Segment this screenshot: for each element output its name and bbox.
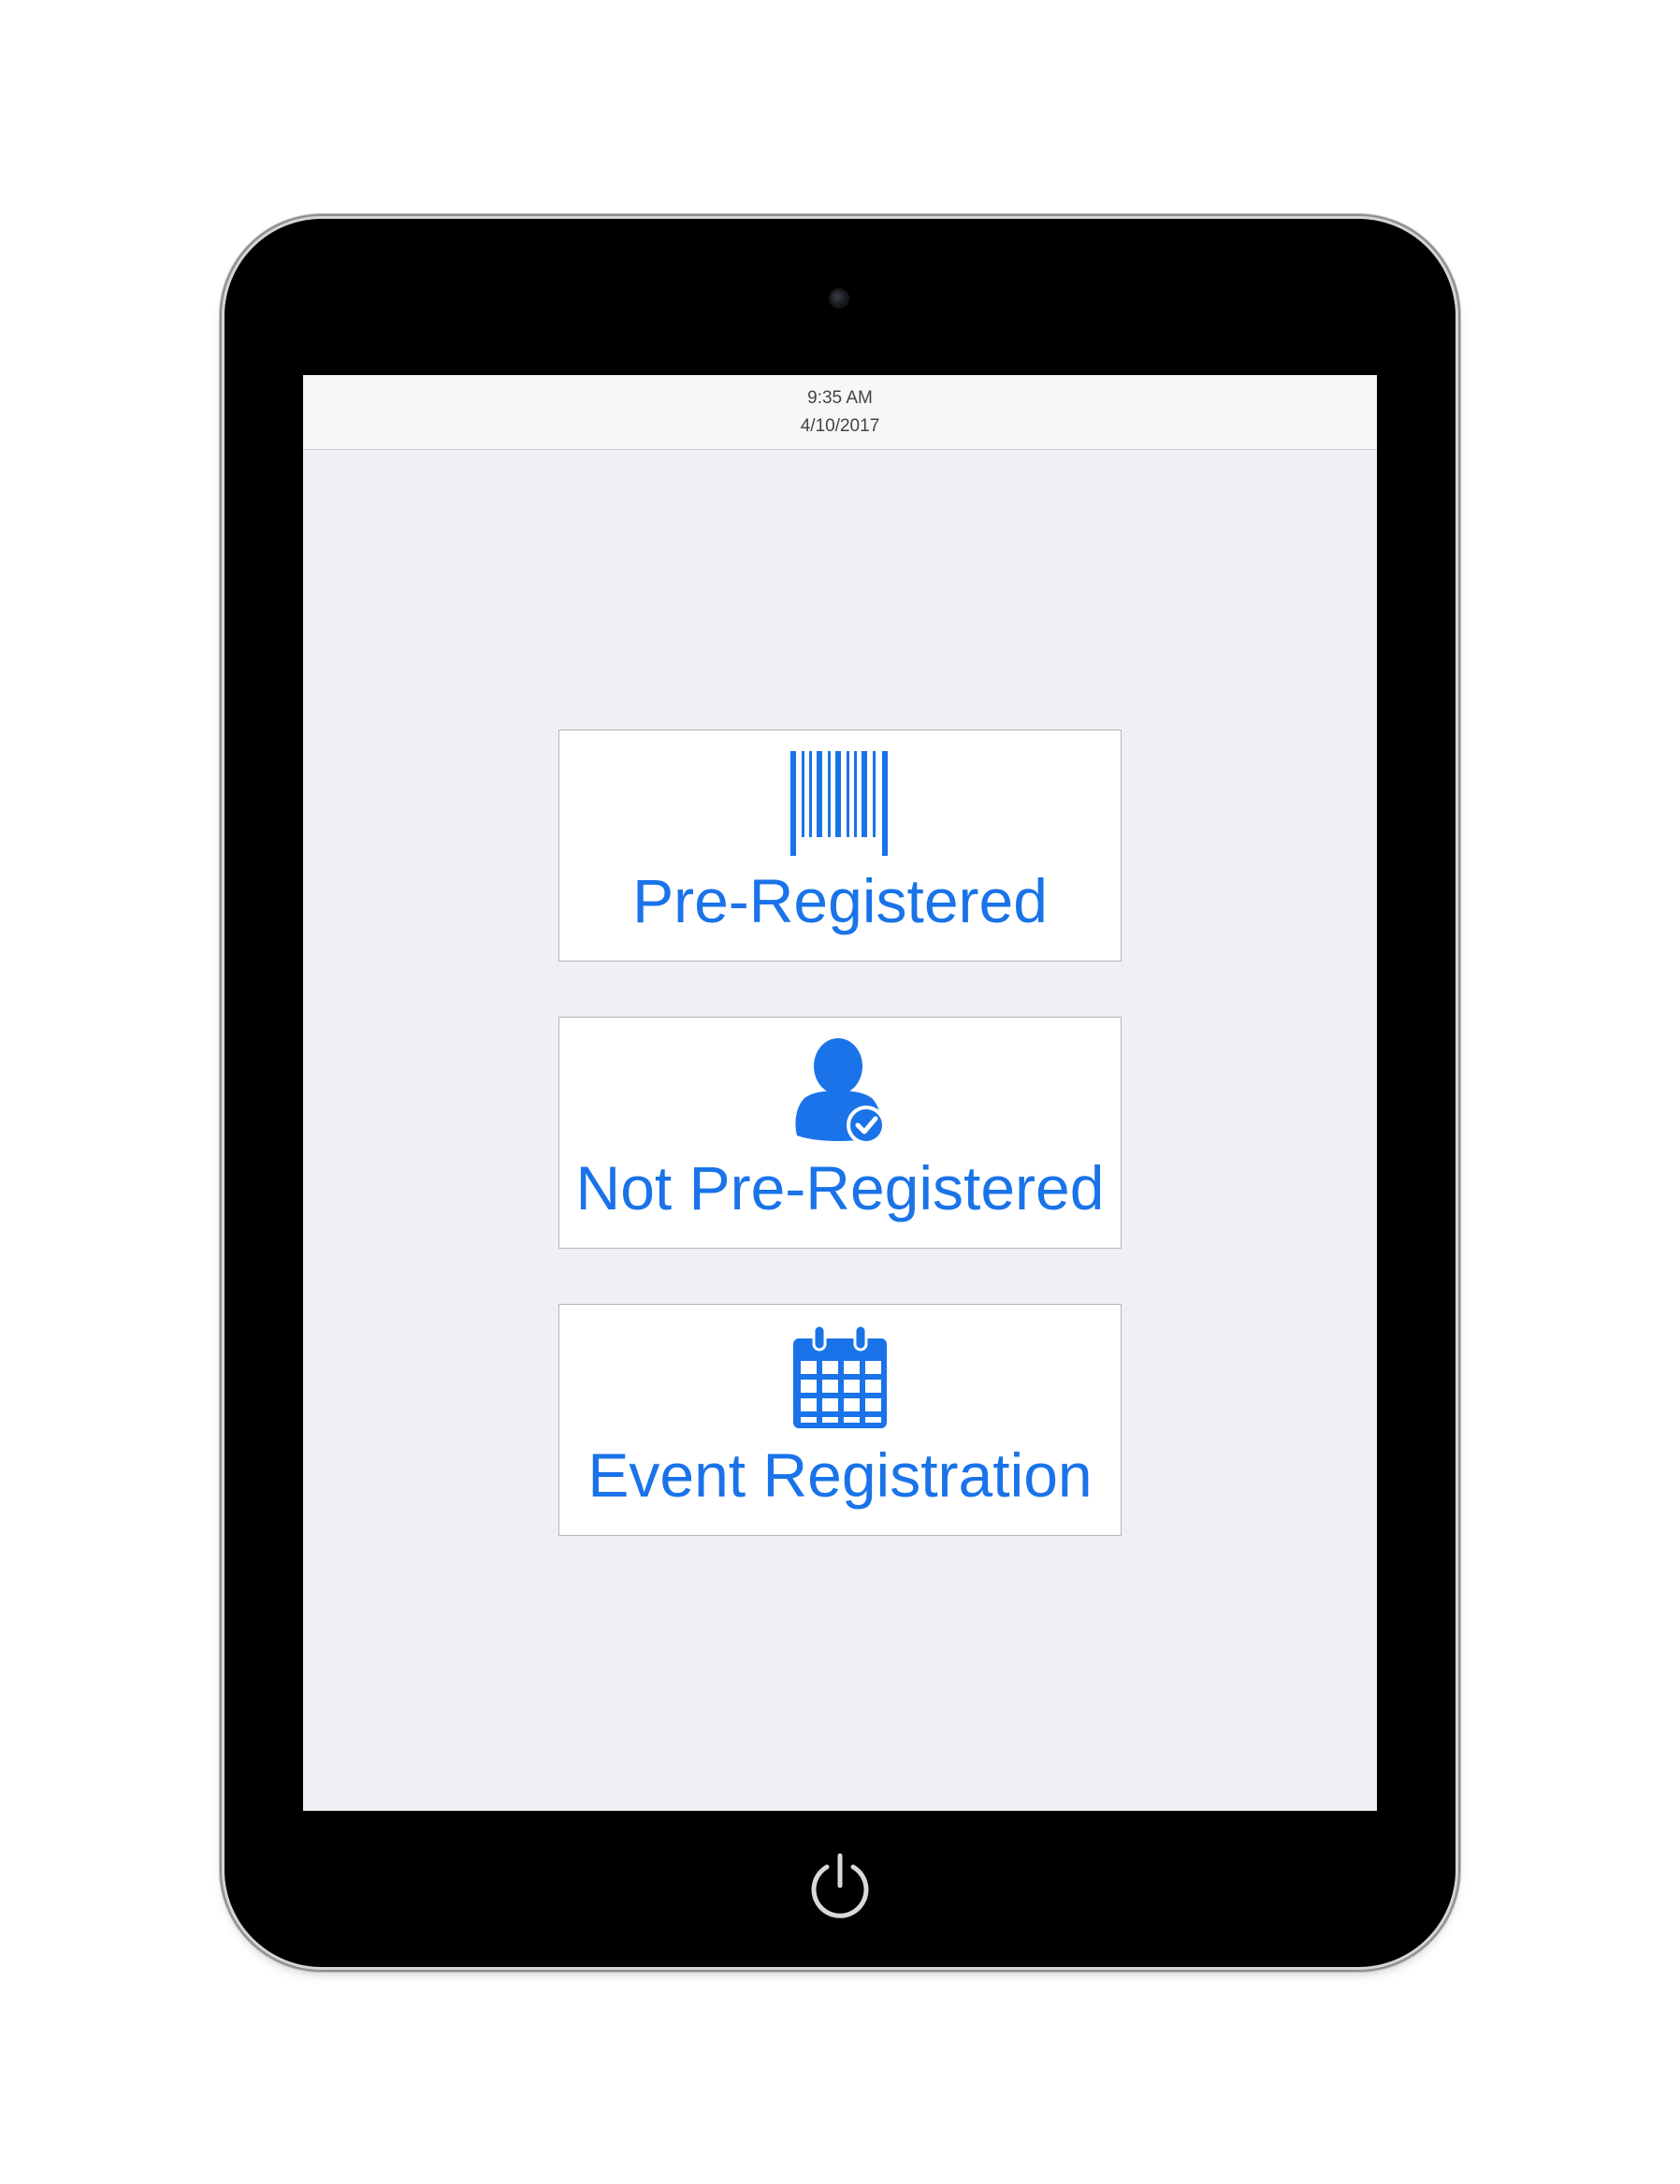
pre-registered-label: Pre-Registered	[632, 866, 1048, 935]
event-registration-label: Event Registration	[587, 1440, 1093, 1510]
event-registration-button[interactable]: Event Registration	[558, 1304, 1122, 1536]
screen: 9:35 AM 4/10/2017 Pre-Registered Not Pre…	[303, 375, 1377, 1811]
pre-registered-button[interactable]: Pre-Registered	[558, 730, 1122, 962]
power-icon	[811, 1853, 869, 1918]
page: 9:35 AM 4/10/2017 Pre-Registered Not Pre…	[0, 0, 1680, 2184]
tablet-device: 9:35 AM 4/10/2017 Pre-Registered Not Pre…	[224, 219, 1456, 1967]
user-check-icon	[559, 1036, 1121, 1145]
front-camera	[831, 290, 847, 307]
status-time: 9:35 AM	[807, 388, 873, 408]
status-date: 4/10/2017	[800, 416, 880, 436]
not-pre-registered-label: Not Pre-Registered	[575, 1153, 1105, 1222]
not-pre-registered-button[interactable]: Not Pre-Registered	[558, 1017, 1122, 1249]
power-button[interactable]	[804, 1850, 876, 1921]
registration-menu: Pre-Registered Not Pre-Registered Event …	[558, 730, 1122, 1591]
calendar-icon	[559, 1323, 1121, 1432]
status-bar: 9:35 AM 4/10/2017	[303, 375, 1377, 450]
barcode-icon	[559, 749, 1121, 858]
